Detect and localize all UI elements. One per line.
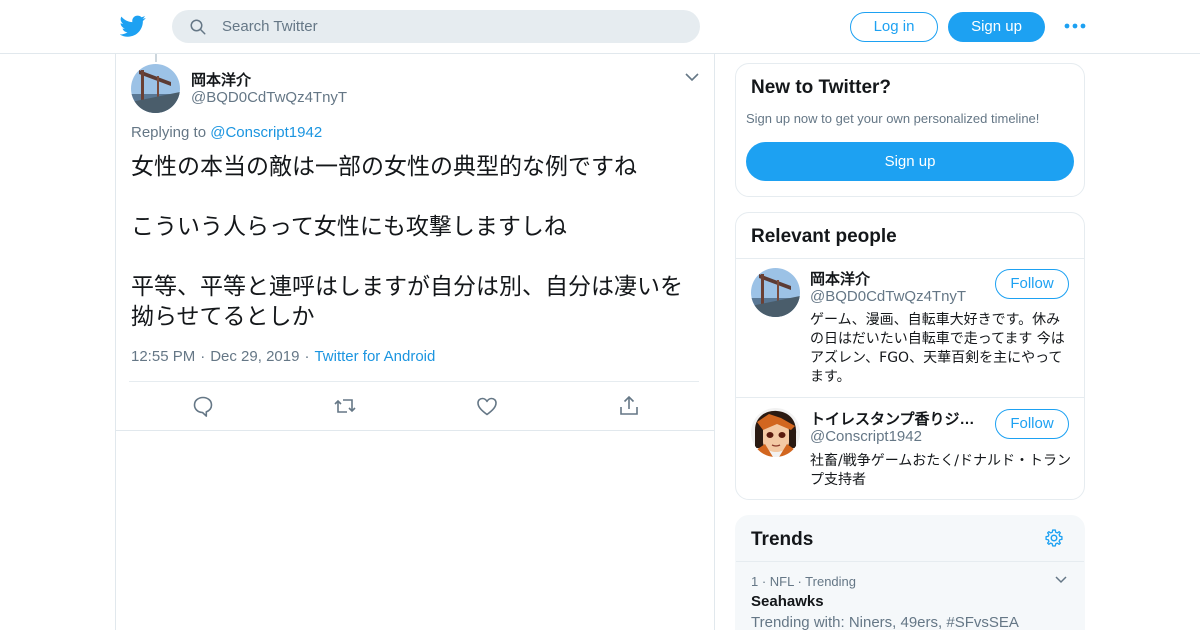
- thread-connector: [155, 54, 157, 62]
- separator-dot: ·: [304, 348, 310, 365]
- person-name[interactable]: トイレスタンプ香りジ…: [810, 408, 980, 429]
- card-title: New to Twitter?: [751, 77, 892, 98]
- reply-icon[interactable]: [191, 394, 215, 418]
- replying-to-link[interactable]: @Conscript1942: [210, 124, 322, 141]
- twitter-bird-icon[interactable]: [120, 13, 146, 39]
- divider: [736, 561, 1084, 562]
- person-bio: ゲーム、漫画、自転車大好きです。休みの日はだいたい自転車で走ってます 今はアズレ…: [810, 312, 1065, 385]
- follow-button[interactable]: Follow: [995, 409, 1069, 439]
- tweet-paragraph: 女性の本当の敵は一部の女性の典型的な例ですね: [131, 154, 637, 180]
- person-avatar[interactable]: [751, 408, 800, 457]
- card-title: Trends: [751, 529, 814, 550]
- card-title: Relevant people: [751, 226, 897, 247]
- divider: [736, 258, 1084, 259]
- search-icon: [190, 19, 206, 35]
- tweet-time[interactable]: 12:55 PM: [131, 348, 195, 365]
- more-dots-icon[interactable]: [1064, 20, 1086, 32]
- trend-meta: 1 · NFL · Trending: [751, 574, 857, 589]
- sign-up-large-button[interactable]: Sign up: [746, 142, 1074, 181]
- tweet-paragraph: 平等、平等と連呼はしますが自分は別、自分は凄いを拗らせてるとしか: [131, 274, 683, 330]
- tweet-date[interactable]: Dec 29, 2019: [210, 348, 299, 365]
- top-navigation-bar: Log in Sign up: [0, 0, 1200, 54]
- like-icon[interactable]: [475, 394, 499, 418]
- share-icon[interactable]: [617, 394, 641, 418]
- author-avatar[interactable]: [131, 64, 180, 113]
- gear-icon[interactable]: [1044, 528, 1064, 548]
- tweet-actions: [116, 382, 716, 430]
- trends-card: Trends 1 · NFL · Trending Seahawks Trend…: [735, 515, 1085, 630]
- trend-context: Trending with: Niners, 49ers, #SFvsSEA: [751, 614, 1019, 630]
- tweet-source-link[interactable]: Twitter for Android: [314, 348, 435, 365]
- follow-button[interactable]: Follow: [995, 269, 1069, 299]
- tweet-column: 岡本洋介 @BQD0CdTwQz4TnyT Replying to @Consc…: [115, 54, 715, 630]
- log-in-button[interactable]: Log in: [850, 12, 938, 42]
- separator-dot: ·: [200, 348, 206, 365]
- search-input[interactable]: [222, 10, 682, 43]
- chevron-down-icon[interactable]: [684, 70, 700, 84]
- person-bio: 社畜/戦争ゲームおたく/ドナルド・トランプ支持者: [810, 453, 1072, 488]
- person-avatar[interactable]: [751, 268, 800, 317]
- tweet-paragraph: こういう人らって女性にも攻撃しますしね: [131, 214, 567, 240]
- retweet-icon[interactable]: [333, 394, 357, 418]
- person-handle[interactable]: @BQD0CdTwQz4TnyT: [810, 288, 966, 305]
- person-name[interactable]: 岡本洋介: [810, 268, 980, 289]
- author-name[interactable]: 岡本洋介: [191, 69, 251, 90]
- divider: [736, 397, 1084, 398]
- replying-to-line: Replying to @Conscript1942: [131, 124, 322, 141]
- tweet-metadata: 12:55 PM · Dec 29, 2019 · Twitter for Androi…: [131, 348, 435, 365]
- new-to-twitter-card: New to Twitter? Sign up now to get your …: [735, 63, 1085, 197]
- relevant-people-card: Relevant people 岡本洋介 @BQD0CdTwQz4TnyT Fo…: [735, 212, 1085, 500]
- trend-name[interactable]: Seahawks: [751, 593, 824, 610]
- divider: [116, 430, 714, 431]
- tweet-text: 女性の本当の敵は一部の女性の典型的な例ですね こういう人らって女性にも攻撃します…: [131, 152, 701, 332]
- card-subtitle: Sign up now to get your own personalized…: [746, 111, 1040, 126]
- search-box[interactable]: [172, 10, 700, 43]
- sign-up-button[interactable]: Sign up: [948, 12, 1045, 42]
- replying-prefix: Replying to: [131, 124, 207, 141]
- person-handle[interactable]: @Conscript1942: [810, 428, 922, 445]
- author-handle[interactable]: @BQD0CdTwQz4TnyT: [191, 89, 347, 106]
- chevron-down-icon[interactable]: [1054, 574, 1068, 586]
